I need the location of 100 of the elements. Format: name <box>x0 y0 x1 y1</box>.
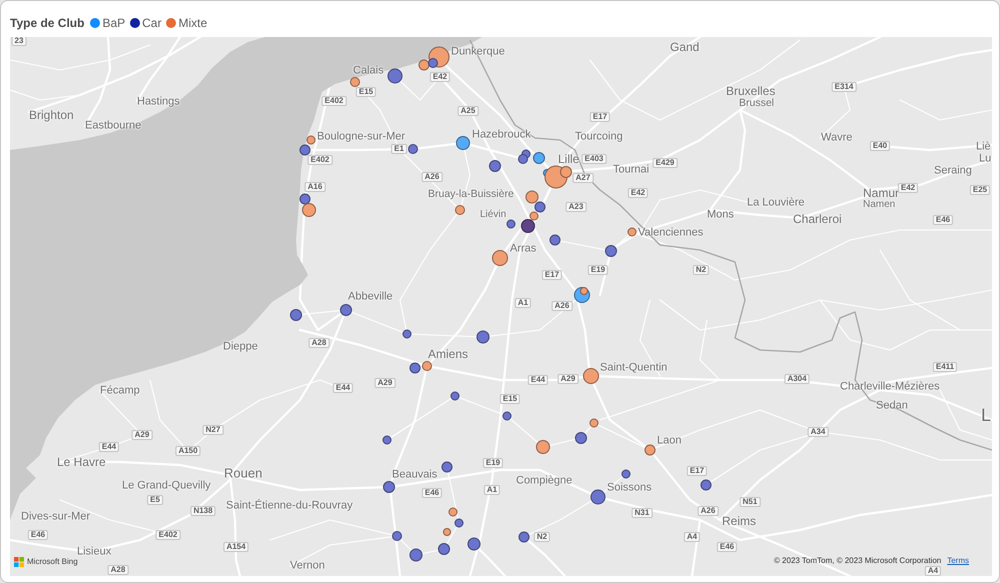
road-sign: E429 <box>652 158 678 168</box>
place-label: Charleroi <box>793 213 842 225</box>
bubble-marker[interactable] <box>590 418 598 428</box>
bubble-marker[interactable] <box>530 212 538 220</box>
place-label: Boulogne-sur-Mer <box>317 132 406 142</box>
road-sign: A26 <box>552 301 572 311</box>
bubble-marker[interactable] <box>408 144 418 154</box>
bubble-marker[interactable] <box>454 518 464 528</box>
road-sign: E42 <box>628 188 648 198</box>
place-label: Tournai <box>613 164 650 176</box>
road-sign: E403 <box>582 154 606 164</box>
copyright-text: © 2023 TomTom, © 2023 Microsoft Corporation <box>774 556 942 566</box>
road-sign: N138 <box>190 506 216 516</box>
place-label: Hastings <box>137 96 180 108</box>
place-label: Fécamp <box>100 386 140 396</box>
road-sign: E314 <box>832 82 856 92</box>
place-label: Le Grand-Quevilly <box>122 480 211 492</box>
place-label: Soissons <box>607 482 652 494</box>
place-label: Lisieux <box>77 546 112 558</box>
road-sign: A29 <box>374 378 396 388</box>
place-label: La Louvière <box>747 198 804 208</box>
legend-dot-icon[interactable] <box>130 18 140 28</box>
place-label: Tourcoing <box>575 132 623 142</box>
bubble-marker[interactable] <box>492 250 508 266</box>
road-sign: A29 <box>558 374 578 384</box>
place-label: Lille <box>558 152 580 164</box>
place-label: Gand <box>670 41 700 53</box>
bubble-marker[interactable] <box>506 220 516 228</box>
place-label: Sedan <box>876 400 908 412</box>
road-sign: A1 <box>514 298 532 308</box>
place-label: Dives-sur-Mer <box>21 512 90 522</box>
place-label: Namen <box>863 200 896 210</box>
road-sign: E15 <box>500 394 520 404</box>
bubble-marker[interactable] <box>590 490 606 504</box>
four-squares-logo-icon <box>14 557 24 567</box>
bubble-marker[interactable] <box>388 68 402 84</box>
place-label: Eastbourne <box>85 120 142 132</box>
road-sign: A150 <box>175 446 201 456</box>
road-sign: 23 <box>12 37 26 46</box>
road-sign: E44 <box>98 442 120 452</box>
bubble-marker[interactable] <box>306 136 316 144</box>
place-label: Amiens <box>428 348 468 360</box>
bubble-marker[interactable] <box>382 436 392 444</box>
road-sign: E5 <box>147 495 163 505</box>
bubble-marker[interactable] <box>443 528 451 536</box>
road-sign: N27 <box>202 425 224 435</box>
road-sign: A26 <box>698 506 718 516</box>
place-label: Dunkerque <box>451 46 505 58</box>
bubble-marker[interactable] <box>622 470 630 478</box>
road-sign: E402 <box>322 96 346 106</box>
place-label: Laon <box>657 436 682 446</box>
place-label: Dieppe <box>223 342 258 352</box>
place-label: Compiègne <box>516 476 572 486</box>
place-label: Wavre <box>821 132 852 144</box>
place-label: Saint-Quentin <box>600 362 668 374</box>
place-label: Saint-Étienne-du-Rouvray <box>226 500 353 512</box>
road-sign: E44 <box>528 375 548 385</box>
place-label: Abbeville <box>348 292 393 302</box>
place-label: Liè <box>976 142 991 152</box>
legend-dot-icon[interactable] <box>166 18 176 28</box>
road-sign: A4 <box>684 532 700 542</box>
road-sign: N2 <box>534 532 550 542</box>
road-sign: E17 <box>590 112 610 122</box>
legend-label[interactable]: Mixte <box>178 16 208 30</box>
road-sign: E46 <box>28 530 48 540</box>
bubble-marker[interactable] <box>448 508 458 516</box>
place-label: Charleville-Mézières <box>840 382 940 392</box>
place-label: Liévin <box>480 210 506 220</box>
road-sign: E17 <box>686 466 708 476</box>
road-sign: A28 <box>308 338 330 348</box>
place-label: Brighton <box>29 108 74 120</box>
bubble-marker[interactable] <box>402 330 412 338</box>
road-sign: N31 <box>632 508 652 518</box>
place-label: Lu <box>979 153 992 164</box>
bubble-marker[interactable] <box>450 392 460 400</box>
place-label: Arras <box>510 244 536 254</box>
road-sign: A25 <box>458 106 478 116</box>
road-sign: E46 <box>422 488 442 498</box>
place-label: Beauvais <box>392 470 438 480</box>
place-label: Mons <box>707 209 734 220</box>
legend-dot-icon[interactable] <box>90 18 100 28</box>
place-label: Bruxelles <box>726 84 776 96</box>
road-sign: E19 <box>588 265 608 275</box>
legend-label[interactable]: Car <box>142 16 162 30</box>
bubble-marker[interactable] <box>628 228 636 236</box>
road-sign: A27 <box>572 173 594 183</box>
road-sign: E1 <box>391 144 407 154</box>
terms-link[interactable]: Terms <box>947 556 969 566</box>
bubble-marker[interactable] <box>502 412 512 420</box>
road-sign: A23 <box>566 202 586 212</box>
road-sign: A29 <box>132 430 152 440</box>
road-sign: E411 <box>932 362 958 372</box>
bubble-marker[interactable] <box>580 287 588 295</box>
road-sign: E46 <box>716 542 738 552</box>
road-sign: A4 <box>924 566 942 576</box>
road-sign: A16 <box>304 182 326 192</box>
legend-label[interactable]: BaP <box>102 16 126 30</box>
road-sign: A26 <box>422 172 442 182</box>
bubble-marker[interactable] <box>583 368 599 384</box>
road-sign: E25 <box>970 185 990 195</box>
